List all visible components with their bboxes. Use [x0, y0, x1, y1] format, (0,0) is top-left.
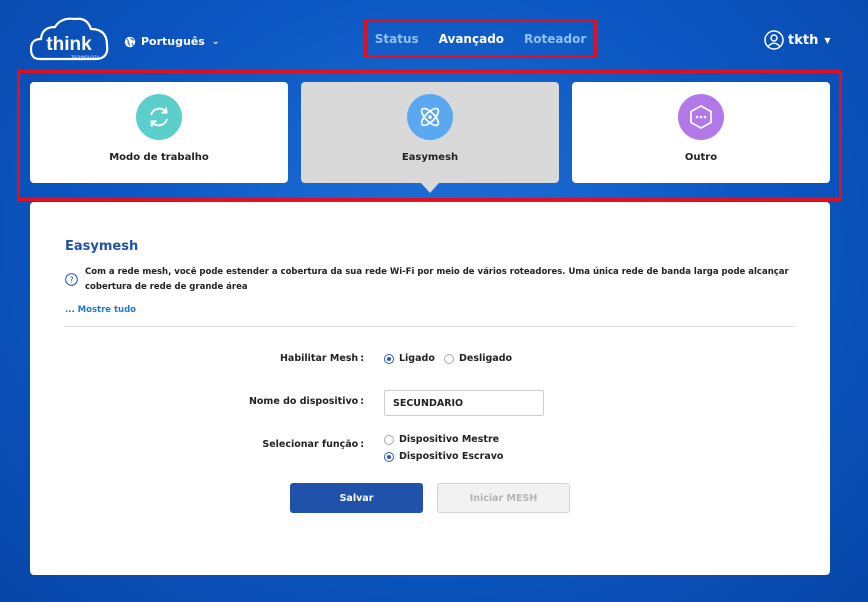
language-selector[interactable]: Português ⌄	[124, 35, 219, 48]
atom-icon	[407, 94, 453, 140]
show-all-link[interactable]: ... Mostre tudo	[65, 305, 136, 315]
chevron-down-icon: ⌄	[211, 36, 220, 47]
selected-card-pointer	[421, 183, 439, 193]
mesh-off-label: Desligado	[459, 353, 513, 364]
start-mesh-button[interactable]: Iniciar MESH	[437, 483, 570, 513]
card-modo-de-trabalho[interactable]: Modo de trabalho	[30, 82, 288, 183]
divider	[65, 326, 795, 327]
role-master-label: Dispositivo Mestre	[399, 434, 500, 445]
save-button[interactable]: Salvar	[290, 483, 423, 513]
card-easymesh[interactable]: Easymesh	[301, 82, 559, 183]
caret-down-icon: ▼	[824, 35, 831, 45]
role-master-radio[interactable]: Dispositivo Mestre	[384, 434, 499, 445]
card-label: Easymesh	[401, 152, 459, 163]
mesh-enable-label: Habilitar Mesh:	[279, 353, 364, 364]
refresh-icon	[136, 94, 182, 140]
nav-status[interactable]: Status	[375, 32, 419, 46]
language-label: Português	[141, 35, 205, 48]
easymesh-panel: Easymesh ? Com a rede mesh, você pode es…	[30, 202, 830, 575]
globe-icon	[124, 36, 136, 47]
role-slave-label: Dispositivo Escravo	[399, 451, 504, 462]
role-slave-radio[interactable]: Dispositivo Escravo	[384, 451, 503, 462]
user-menu[interactable]: tkth ▼	[764, 30, 831, 50]
nav-avancado[interactable]: Avançado	[439, 32, 504, 46]
user-icon	[764, 30, 784, 50]
radio-unchecked	[444, 353, 454, 364]
card-label: Outro	[684, 152, 718, 163]
top-nav: Status Avançado Roteador	[364, 19, 597, 58]
logo-text: think	[46, 34, 92, 55]
svg-text:?: ?	[69, 276, 73, 285]
hexagon-dots-icon	[678, 94, 724, 140]
username: tkth	[788, 32, 819, 48]
mesh-on-label: Ligado	[399, 353, 435, 364]
panel-title: Easymesh	[65, 239, 139, 254]
mesh-on-radio[interactable]: Ligado	[384, 353, 435, 364]
nav-roteador[interactable]: Roteador	[524, 32, 586, 46]
think-logo: think TECHNOLOGY	[29, 15, 111, 65]
radio-unchecked	[384, 434, 394, 445]
device-name-input[interactable]	[384, 390, 544, 416]
device-name-label: Nome do dispositivo:	[248, 396, 364, 407]
role-label: Selecionar função:	[262, 439, 364, 450]
card-label: Modo de trabalho	[109, 152, 209, 163]
help-icon: ?	[65, 273, 78, 286]
radio-checked	[384, 353, 394, 364]
panel-description: Com a rede mesh, você pode estender a co…	[85, 267, 789, 292]
logo-subtext: TECHNOLOGY	[71, 54, 99, 59]
radio-checked	[384, 451, 394, 462]
mesh-off-radio[interactable]: Desligado	[444, 353, 512, 364]
card-outro[interactable]: Outro	[572, 82, 830, 183]
